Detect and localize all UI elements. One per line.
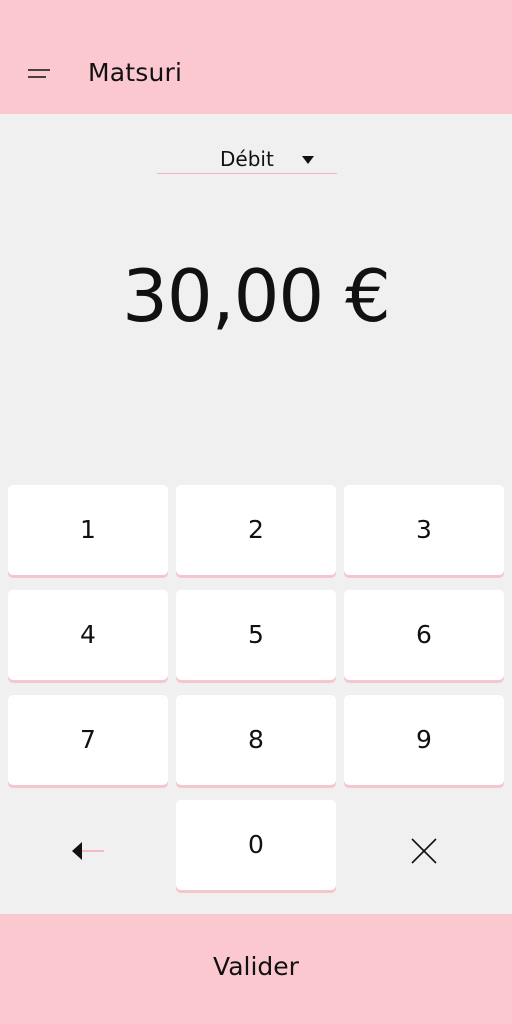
key-label: 6 [416,620,432,649]
key-label: 4 [80,620,96,649]
hamburger-menu-icon [28,69,50,78]
key-label: 5 [248,620,264,649]
clear-button[interactable] [394,821,454,881]
app-title: Matsuri [88,58,183,87]
key-label: 8 [248,725,264,754]
key-6[interactable]: 6 [344,590,504,680]
key-8[interactable]: 8 [176,695,336,785]
close-icon [411,838,437,864]
key-label: 7 [80,725,96,754]
amount-display: 30,00 € [122,254,391,338]
key-7[interactable]: 7 [8,695,168,785]
app-header: Matsuri [0,0,512,114]
transaction-type-dropdown[interactable]: Débit [157,142,337,174]
key-4[interactable]: 4 [8,590,168,680]
key-1[interactable]: 1 [8,485,168,575]
backspace-button[interactable] [58,821,118,881]
validate-button[interactable]: Valider [0,914,512,1024]
key-9[interactable]: 9 [344,695,504,785]
transaction-type-label: Débit [220,147,274,171]
dropdown-arrow-icon [302,156,314,164]
key-label: 1 [80,515,96,544]
key-2[interactable]: 2 [176,485,336,575]
key-label: 3 [416,515,432,544]
key-label: 9 [416,725,432,754]
key-0[interactable]: 0 [176,800,336,890]
backspace-arrow-icon [72,842,104,860]
key-5[interactable]: 5 [176,590,336,680]
key-label: 2 [248,515,264,544]
key-3[interactable]: 3 [344,485,504,575]
key-label: 0 [248,830,264,859]
menu-button[interactable] [18,56,60,92]
validate-label: Valider [213,952,299,981]
